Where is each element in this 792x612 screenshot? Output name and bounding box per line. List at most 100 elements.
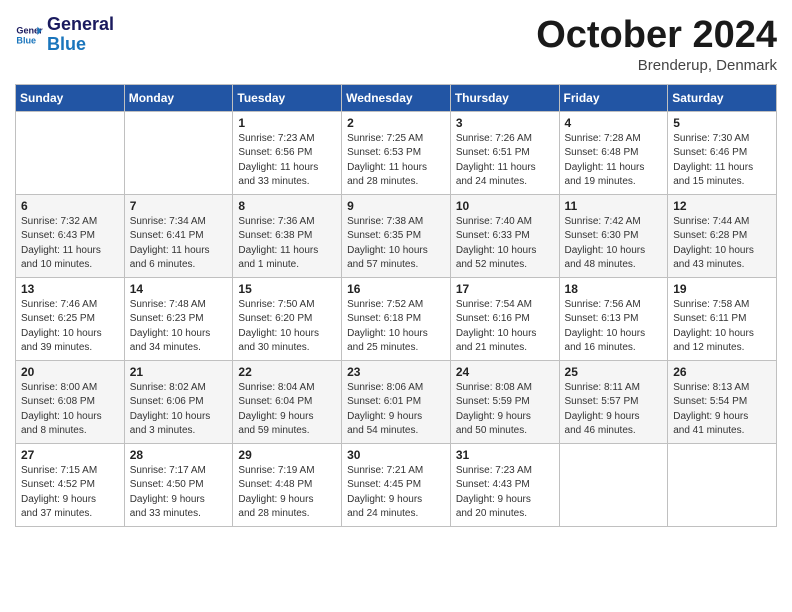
day-info: Sunrise: 7:38 AM Sunset: 6:35 PM Dayligh… xyxy=(347,215,445,273)
calendar-cell: 4 Sunrise: 7:28 AM Sunset: 6:48 PM Daylig… xyxy=(559,111,668,194)
day-number: 9 xyxy=(347,199,445,213)
header-tuesday: Tuesday xyxy=(233,84,342,111)
day-number: 10 xyxy=(456,199,554,213)
calendar-cell: 11 Sunrise: 7:42 AM Sunset: 6:30 PM Dayli… xyxy=(559,194,668,277)
calendar-cell: 30 Sunrise: 7:21 AM Sunset: 4:45 PM Dayli… xyxy=(342,443,451,526)
day-number: 23 xyxy=(347,365,445,379)
calendar-cell xyxy=(124,111,233,194)
day-number: 27 xyxy=(21,448,119,462)
day-info: Sunrise: 7:48 AM Sunset: 6:23 PM Dayligh… xyxy=(130,298,228,356)
day-info: Sunrise: 7:40 AM Sunset: 6:33 PM Dayligh… xyxy=(456,215,554,273)
day-number: 29 xyxy=(238,448,336,462)
day-info: Sunrise: 7:25 AM Sunset: 6:53 PM Dayligh… xyxy=(347,132,445,190)
day-info: Sunrise: 8:08 AM Sunset: 5:59 PM Dayligh… xyxy=(456,381,554,439)
logo-general: General xyxy=(47,15,114,35)
day-info: Sunrise: 7:15 AM Sunset: 4:52 PM Dayligh… xyxy=(21,464,119,522)
day-number: 19 xyxy=(673,282,771,296)
week-row-3: 13 Sunrise: 7:46 AM Sunset: 6:25 PM Dayli… xyxy=(16,277,777,360)
day-info: Sunrise: 7:26 AM Sunset: 6:51 PM Dayligh… xyxy=(456,132,554,190)
day-info: Sunrise: 7:44 AM Sunset: 6:28 PM Dayligh… xyxy=(673,215,771,273)
day-info: Sunrise: 7:46 AM Sunset: 6:25 PM Dayligh… xyxy=(21,298,119,356)
day-number: 5 xyxy=(673,116,771,130)
day-number: 11 xyxy=(565,199,663,213)
calendar-cell: 7 Sunrise: 7:34 AM Sunset: 6:41 PM Daylig… xyxy=(124,194,233,277)
calendar-cell: 8Sunrise: 7:36 AM Sunset: 6:38 PM Daylig… xyxy=(233,194,342,277)
day-info: Sunrise: 7:23 AM Sunset: 6:56 PM Dayligh… xyxy=(238,132,336,190)
header-saturday: Saturday xyxy=(668,84,777,111)
day-info: Sunrise: 7:32 AM Sunset: 6:43 PM Dayligh… xyxy=(21,215,119,273)
day-info: Sunrise: 7:56 AM Sunset: 6:13 PM Dayligh… xyxy=(565,298,663,356)
location-subtitle: Brenderup, Denmark xyxy=(536,57,777,74)
day-number: 6 xyxy=(21,199,119,213)
day-number: 12 xyxy=(673,199,771,213)
day-info: Sunrise: 7:21 AM Sunset: 4:45 PM Dayligh… xyxy=(347,464,445,522)
day-info: Sunrise: 8:06 AM Sunset: 6:01 PM Dayligh… xyxy=(347,381,445,439)
calendar-cell: 5 Sunrise: 7:30 AM Sunset: 6:46 PM Daylig… xyxy=(668,111,777,194)
day-number: 3 xyxy=(456,116,554,130)
header-sunday: Sunday xyxy=(16,84,125,111)
day-number: 25 xyxy=(565,365,663,379)
day-info: Sunrise: 7:36 AM Sunset: 6:38 PM Dayligh… xyxy=(238,215,336,273)
calendar-cell: 31 Sunrise: 7:23 AM Sunset: 4:43 PM Dayli… xyxy=(450,443,559,526)
week-row-4: 20 Sunrise: 8:00 AM Sunset: 6:08 PM Dayli… xyxy=(16,360,777,443)
month-title: October 2024 xyxy=(536,15,777,57)
day-number: 31 xyxy=(456,448,554,462)
calendar-cell: 14 Sunrise: 7:48 AM Sunset: 6:23 PM Dayli… xyxy=(124,277,233,360)
calendar-cell xyxy=(559,443,668,526)
day-info: Sunrise: 7:17 AM Sunset: 4:50 PM Dayligh… xyxy=(130,464,228,522)
day-number: 16 xyxy=(347,282,445,296)
day-info: Sunrise: 8:02 AM Sunset: 6:06 PM Dayligh… xyxy=(130,381,228,439)
day-number: 22 xyxy=(238,365,336,379)
day-number: 21 xyxy=(130,365,228,379)
calendar-cell: 20 Sunrise: 8:00 AM Sunset: 6:08 PM Dayli… xyxy=(16,360,125,443)
day-number: 17 xyxy=(456,282,554,296)
calendar-cell: 2Sunrise: 7:25 AM Sunset: 6:53 PM Daylig… xyxy=(342,111,451,194)
calendar-cell: 29 Sunrise: 7:19 AM Sunset: 4:48 PM Dayli… xyxy=(233,443,342,526)
title-block: October 2024 Brenderup, Denmark xyxy=(536,15,777,74)
header-row: SundayMondayTuesdayWednesdayThursdayFrid… xyxy=(16,84,777,111)
calendar-cell xyxy=(668,443,777,526)
day-number: 20 xyxy=(21,365,119,379)
header-wednesday: Wednesday xyxy=(342,84,451,111)
page-header: General Blue General Blue October 2024 B… xyxy=(15,15,777,74)
calendar-cell: 10 Sunrise: 7:40 AM Sunset: 6:33 PM Dayli… xyxy=(450,194,559,277)
day-number: 26 xyxy=(673,365,771,379)
day-number: 4 xyxy=(565,116,663,130)
calendar-cell: 26Sunrise: 8:13 AM Sunset: 5:54 PM Dayli… xyxy=(668,360,777,443)
header-monday: Monday xyxy=(124,84,233,111)
calendar-cell: 21 Sunrise: 8:02 AM Sunset: 6:06 PM Dayli… xyxy=(124,360,233,443)
calendar-cell: 15 Sunrise: 7:50 AM Sunset: 6:20 PM Dayli… xyxy=(233,277,342,360)
day-number: 14 xyxy=(130,282,228,296)
day-info: Sunrise: 7:23 AM Sunset: 4:43 PM Dayligh… xyxy=(456,464,554,522)
calendar-cell: 6 Sunrise: 7:32 AM Sunset: 6:43 PM Daylig… xyxy=(16,194,125,277)
day-info: Sunrise: 7:28 AM Sunset: 6:48 PM Dayligh… xyxy=(565,132,663,190)
calendar-table: SundayMondayTuesdayWednesdayThursdayFrid… xyxy=(15,84,777,527)
calendar-cell: 27 Sunrise: 7:15 AM Sunset: 4:52 PM Dayli… xyxy=(16,443,125,526)
day-number: 13 xyxy=(21,282,119,296)
logo-blue: Blue xyxy=(47,35,114,55)
svg-text:Blue: Blue xyxy=(16,35,36,45)
day-info: Sunrise: 7:30 AM Sunset: 6:46 PM Dayligh… xyxy=(673,132,771,190)
day-number: 7 xyxy=(130,199,228,213)
logo: General Blue General Blue xyxy=(15,15,114,55)
calendar-cell: 23 Sunrise: 8:06 AM Sunset: 6:01 PM Dayli… xyxy=(342,360,451,443)
calendar-cell: 1 Sunrise: 7:23 AM Sunset: 6:56 PM Daylig… xyxy=(233,111,342,194)
day-number: 1 xyxy=(238,116,336,130)
day-info: Sunrise: 7:34 AM Sunset: 6:41 PM Dayligh… xyxy=(130,215,228,273)
calendar-cell: 12 Sunrise: 7:44 AM Sunset: 6:28 PM Dayli… xyxy=(668,194,777,277)
calendar-cell: 17 Sunrise: 7:54 AM Sunset: 6:16 PM Dayli… xyxy=(450,277,559,360)
header-friday: Friday xyxy=(559,84,668,111)
day-number: 15 xyxy=(238,282,336,296)
week-row-2: 6 Sunrise: 7:32 AM Sunset: 6:43 PM Daylig… xyxy=(16,194,777,277)
day-number: 24 xyxy=(456,365,554,379)
calendar-cell: 18Sunrise: 7:56 AM Sunset: 6:13 PM Dayli… xyxy=(559,277,668,360)
calendar-cell: 24 Sunrise: 8:08 AM Sunset: 5:59 PM Dayli… xyxy=(450,360,559,443)
day-info: Sunrise: 7:54 AM Sunset: 6:16 PM Dayligh… xyxy=(456,298,554,356)
day-info: Sunrise: 7:42 AM Sunset: 6:30 PM Dayligh… xyxy=(565,215,663,273)
day-info: Sunrise: 8:04 AM Sunset: 6:04 PM Dayligh… xyxy=(238,381,336,439)
day-info: Sunrise: 8:00 AM Sunset: 6:08 PM Dayligh… xyxy=(21,381,119,439)
calendar-cell: 3 Sunrise: 7:26 AM Sunset: 6:51 PM Daylig… xyxy=(450,111,559,194)
day-number: 30 xyxy=(347,448,445,462)
day-info: Sunrise: 7:19 AM Sunset: 4:48 PM Dayligh… xyxy=(238,464,336,522)
day-info: Sunrise: 7:50 AM Sunset: 6:20 PM Dayligh… xyxy=(238,298,336,356)
